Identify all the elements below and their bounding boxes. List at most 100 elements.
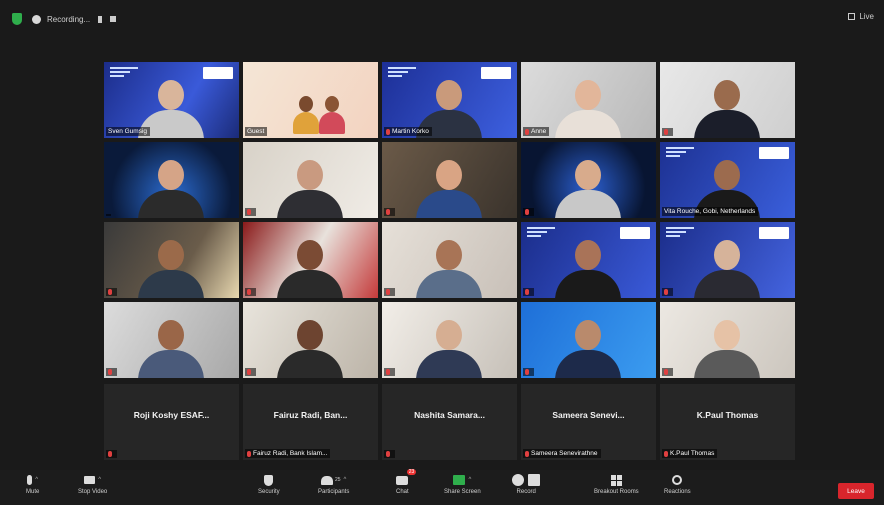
audio-only-tile[interactable]: K.Paul Thomas K.Paul Thomas — [660, 384, 795, 460]
participant-tile[interactable]: Vita Rouche, Gobi, Netherlands — [660, 142, 795, 218]
participant-face — [436, 80, 462, 110]
participant-name — [523, 288, 534, 296]
participant-name: Vita Rouche, Gobi, Netherlands — [662, 207, 759, 216]
stop-recording-icon[interactable] — [110, 16, 117, 22]
participant-name: K.Paul Thomas — [662, 449, 718, 458]
audio-only-tile[interactable]: Roji Koshy ESAF... — [104, 384, 239, 460]
participant-name — [523, 208, 534, 216]
participant-tile[interactable] — [660, 222, 795, 298]
security-button[interactable]: Security — [258, 472, 280, 495]
participant-name-text: Guest — [247, 128, 265, 135]
reactions-button[interactable]: Reactions — [664, 472, 691, 495]
record-label: Record — [516, 489, 536, 495]
participant-tile[interactable]: Martin Korko — [382, 62, 517, 138]
participant-name: Sven Gumsig — [106, 127, 151, 136]
poster-figure-head — [325, 96, 339, 112]
mic-muted-icon — [525, 450, 529, 457]
participant-tile[interactable] — [521, 222, 656, 298]
participant-tile[interactable]: Sven Gumsig — [104, 62, 239, 138]
mic-muted-icon — [525, 369, 529, 375]
mic-muted-icon — [247, 289, 251, 295]
mute-label: Mute — [26, 489, 40, 495]
participant-name — [106, 288, 117, 296]
participant-tile[interactable] — [382, 222, 517, 298]
event-banner — [666, 227, 694, 239]
chevron-up-icon[interactable]: ^ — [468, 477, 471, 483]
audio-only-tile[interactable]: Fairuz Radi, Ban... Fairuz Radi, Bank Isl… — [243, 384, 378, 460]
participant-face — [575, 160, 601, 190]
chevron-up-icon[interactable]: ^ — [35, 477, 38, 483]
poster-figure — [293, 112, 319, 134]
participant-tile[interactable] — [521, 302, 656, 378]
participant-tile[interactable] — [104, 142, 239, 218]
participant-name: Fairuz Radi, Bank Islam... — [245, 449, 331, 458]
participant-name — [523, 368, 534, 376]
participant-face — [158, 240, 184, 270]
record-button[interactable]: Record — [512, 472, 541, 495]
participant-display-name: Fairuz Radi, Ban... — [273, 410, 348, 420]
mic-muted-icon — [664, 450, 668, 457]
view-button[interactable]: Live — [848, 12, 874, 21]
participant-name — [662, 288, 673, 296]
participant-face — [575, 80, 601, 110]
participant-tile[interactable] — [660, 62, 795, 138]
audio-only-tile[interactable]: Sameera Senevi... Sameera Senevirathne — [521, 384, 656, 460]
stop-video-button[interactable]: ^ Stop Video — [78, 472, 107, 495]
share-screen-button[interactable]: ^ Share Screen — [444, 472, 481, 495]
participant-tile[interactable] — [104, 302, 239, 378]
participant-face — [158, 80, 184, 110]
participant-tile[interactable] — [382, 142, 517, 218]
event-logo — [481, 67, 511, 79]
participant-name — [245, 288, 256, 296]
event-banner — [527, 227, 555, 239]
video-grid: Sven Gumsig Guest Martin Korko Anne Vita Rou… — [104, 62, 796, 460]
share-screen-icon — [453, 475, 466, 485]
participant-tile[interactable] — [660, 302, 795, 378]
participant-tile[interactable] — [104, 222, 239, 298]
participants-icon — [320, 475, 333, 485]
chevron-up-icon[interactable]: ^ — [344, 477, 347, 483]
breakout-rooms-button[interactable]: Breakout Rooms — [594, 472, 639, 495]
leave-button[interactable]: Leave — [838, 483, 874, 499]
participant-face — [297, 160, 323, 190]
shield-icon[interactable] — [12, 13, 22, 25]
pause-recording-icon[interactable] — [98, 15, 103, 23]
participant-tile[interactable] — [521, 142, 656, 218]
participant-tile[interactable]: Anne — [521, 62, 656, 138]
participant-name — [106, 450, 117, 458]
participant-name — [384, 368, 395, 376]
microphone-icon — [27, 475, 33, 485]
participant-name — [245, 368, 256, 376]
event-banner — [388, 67, 416, 79]
participant-face — [297, 240, 323, 270]
share-screen-label: Share Screen — [444, 489, 481, 495]
participant-tile[interactable] — [382, 302, 517, 378]
chat-button[interactable]: 23 Chat — [396, 469, 417, 495]
mute-button[interactable]: ^ Mute — [26, 472, 39, 495]
participant-tile[interactable] — [243, 142, 378, 218]
audio-only-tile[interactable]: Nashita Samara... — [382, 384, 517, 460]
participant-tile[interactable] — [243, 302, 378, 378]
participant-name — [384, 288, 395, 296]
mic-muted-icon — [525, 209, 529, 215]
chevron-up-icon[interactable]: ^ — [98, 477, 101, 483]
event-banner — [110, 67, 138, 79]
meeting-toolbar: ^ Mute ^ Stop Video Security 25 ^ Partic… — [0, 469, 884, 505]
participant-name — [384, 450, 395, 458]
poster-figure-head — [299, 96, 313, 112]
event-logo — [759, 147, 789, 159]
mic-muted-icon — [108, 289, 112, 295]
mic-muted-icon — [247, 369, 251, 375]
participants-button[interactable]: 25 ^ Participants — [318, 472, 349, 495]
stop-video-label: Stop Video — [78, 489, 108, 495]
participant-name: Martin Korko — [384, 127, 432, 136]
mic-muted-icon — [386, 128, 390, 135]
participant-tile[interactable] — [243, 222, 378, 298]
event-banner — [666, 147, 694, 159]
participants-label: Participants — [318, 489, 350, 495]
view-label: Live — [859, 12, 874, 21]
participant-name-text: Martin Korko — [392, 128, 429, 135]
participant-tile[interactable]: Guest — [243, 62, 378, 138]
mic-muted-icon — [664, 289, 668, 295]
chat-label: Chat — [396, 489, 409, 495]
